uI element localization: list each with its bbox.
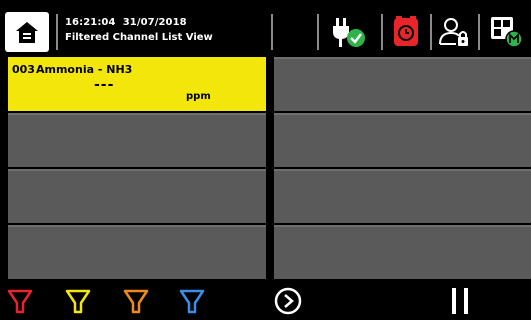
divider [56,14,58,50]
pause-bar [452,288,456,314]
channel-tile[interactable] [274,169,531,223]
channel-tile[interactable] [274,57,531,111]
user-lock-icon [439,18,468,46]
divider [478,14,480,50]
layout-button[interactable] [489,14,525,50]
time: 16:21:04 [65,17,116,28]
pause-bar [464,288,468,314]
home-icon [16,22,38,43]
channel-name: Ammonia - NH3 [36,63,133,76]
orange-filter-icon[interactable] [122,287,150,315]
power-status-button[interactable] [328,14,365,50]
divider [430,14,432,50]
channel-tile[interactable] [8,225,266,279]
channel-reading: --- [94,77,115,93]
channel-tile[interactable] [8,113,266,167]
user-login-button[interactable] [437,14,473,50]
top-bar: 16:21:04 31/07/2018 Filtered Channel Lis… [0,0,531,57]
power-ok-icon [333,18,365,47]
channel-tile[interactable] [274,113,531,167]
pause-icon[interactable] [450,288,472,314]
divider [317,14,319,50]
channel-tile[interactable] [274,225,531,279]
date: 31/07/2018 [122,17,187,28]
play-icon[interactable] [273,286,303,316]
channel-unit: ppm [186,91,211,102]
layout-settings-icon [491,17,523,48]
channel-tile[interactable] [8,169,266,223]
view-title: Filtered Channel List View [65,32,213,43]
alarm-clock-icon [394,16,418,46]
divider [381,14,383,50]
divider [271,14,273,50]
yellow-filter-icon[interactable] [64,287,92,315]
channel-grid: 003 Ammonia - NH3 --- ppm [8,57,531,279]
channel-tile[interactable]: 003 Ammonia - NH3 --- ppm [8,57,266,111]
bottom-bar [0,281,531,320]
red-filter-icon[interactable] [6,287,34,315]
blue-filter-icon[interactable] [178,287,206,315]
home-button[interactable] [5,12,49,52]
channel-number: 003 [12,63,35,76]
clock: 16:21:04 31/07/2018 [65,16,187,29]
alarm-button[interactable] [388,14,424,50]
